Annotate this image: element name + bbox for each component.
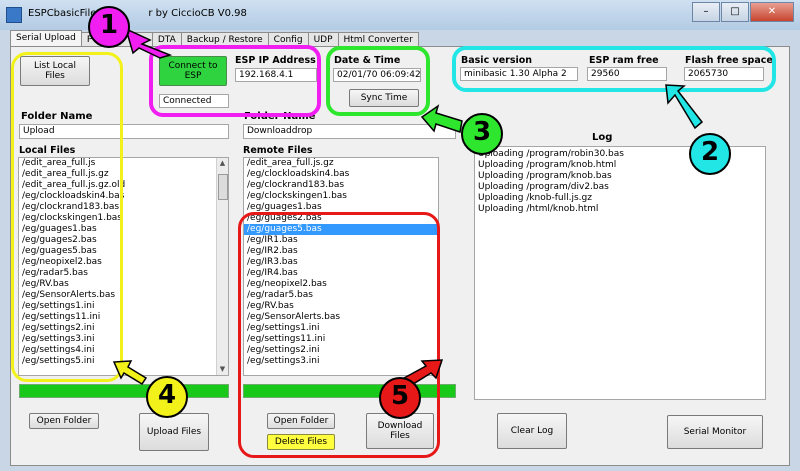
list-item[interactable]: /eg/clockskingen1.bas [244,191,438,202]
annotation-badge-2: 2 [689,133,731,175]
list-item[interactable]: /edit_area_full.js.gz [244,158,438,169]
log-label: Log [592,132,613,143]
annotation-box-5 [238,212,440,458]
scroll-up-icon[interactable]: ▲ [217,158,228,169]
scroll-thumb[interactable] [218,174,228,200]
log-line: Uploading /program/div2.bas [478,182,609,192]
local-open-folder-button[interactable]: Open Folder [29,413,99,429]
serial-monitor-button[interactable]: Serial Monitor [667,415,763,449]
maximize-button[interactable]: □ [721,2,749,22]
local-files-scrollbar[interactable]: ▲ ▼ [216,158,228,375]
log-line: Uploading /program/knob.bas [478,171,612,181]
remote-files-label: Remote Files [243,145,313,156]
annotation-box-2 [452,46,776,92]
log-line: Uploading /knob-full.js.gz [478,193,592,203]
annotation-badge-5: 5 [379,377,421,419]
scroll-down-icon[interactable]: ▼ [217,364,228,375]
tab-udp[interactable]: UDP [307,32,339,47]
minimize-button[interactable]: – [692,2,720,22]
close-button[interactable]: ✕ [750,2,794,22]
remote-folder-input[interactable]: Downloaddrop [243,124,456,139]
clear-log-button[interactable]: Clear Log [497,413,567,449]
tab-serial-upload[interactable]: Serial Upload [10,30,82,47]
log-line: Uploading /html/knob.html [478,204,599,214]
annotation-box-1 [149,45,321,117]
log-area[interactable]: Uploading /program/robin30.bas Uploading … [474,146,766,400]
annotation-badge-4: 4 [146,376,188,418]
list-item[interactable]: /eg/clockrand183.bas [244,180,438,191]
annotation-box-4 [11,52,123,382]
app-icon [6,7,22,23]
tab-html-converter[interactable]: Html Converter [337,32,419,47]
window-title: ESPCbasicFile r by CiccioCB V0.98 [28,8,247,19]
list-item[interactable]: /eg/clockloadskin4.bas [244,169,438,180]
local-progress-bar [19,384,229,398]
annotation-badge-1: 1 [88,6,130,48]
annotation-badge-3: 3 [461,113,503,155]
annotation-box-3 [326,46,430,116]
upload-files-button[interactable]: Upload Files [139,413,209,451]
